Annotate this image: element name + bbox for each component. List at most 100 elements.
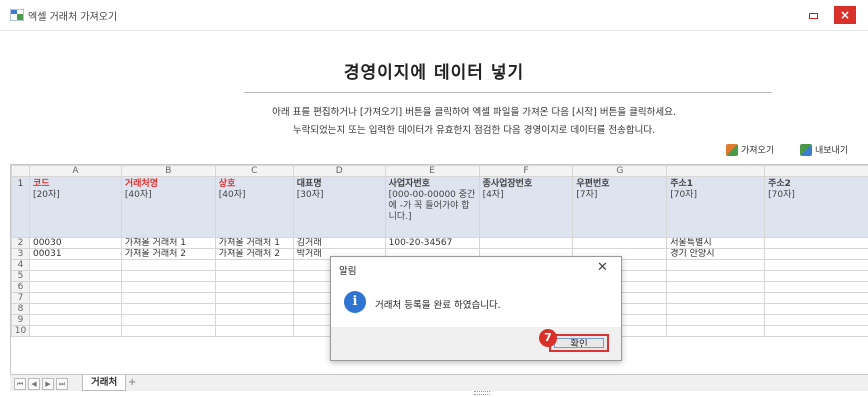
window-close-button[interactable]: × bbox=[834, 6, 856, 24]
table-cell[interactable]: 가져올 거래처 1 bbox=[120, 237, 216, 249]
field-header-cell[interactable]: 상호 [40자] bbox=[214, 176, 294, 238]
row-number[interactable]: 3 bbox=[11, 248, 30, 260]
table-cell[interactable]: 가져올 거래처 2 bbox=[120, 248, 216, 260]
table-cell[interactable] bbox=[28, 281, 122, 293]
table-cell[interactable]: 경기 안양시 bbox=[666, 248, 766, 260]
table-cell[interactable] bbox=[572, 237, 668, 249]
table-cell[interactable] bbox=[214, 325, 294, 337]
table-cell[interactable] bbox=[120, 325, 216, 337]
field-header-title: 상호 bbox=[218, 179, 236, 189]
table-cell[interactable] bbox=[666, 281, 766, 293]
table-cell[interactable] bbox=[120, 281, 216, 293]
table-cell[interactable] bbox=[28, 259, 122, 271]
info-icon: i bbox=[344, 291, 366, 313]
corner-cell[interactable] bbox=[11, 165, 30, 177]
table-cell[interactable] bbox=[214, 270, 294, 282]
table-cell[interactable]: 100-20-34567 bbox=[384, 237, 480, 249]
table-cell[interactable] bbox=[120, 303, 216, 315]
import-icon bbox=[726, 143, 738, 156]
table-row: 2 00030 가져올 거래처 1 가져올 거래처 1 김거래 100-20-34567 서… bbox=[11, 237, 868, 249]
table-cell[interactable] bbox=[666, 292, 766, 304]
field-header-cell[interactable]: 주소2 [70자] bbox=[764, 176, 868, 238]
import-button[interactable]: 가져오기 bbox=[726, 143, 774, 156]
table-cell[interactable] bbox=[666, 325, 766, 337]
table-cell[interactable] bbox=[28, 303, 122, 315]
column-letter[interactable] bbox=[764, 165, 868, 177]
column-letter[interactable]: A bbox=[28, 165, 122, 177]
table-cell[interactable] bbox=[764, 314, 868, 326]
field-header-cell[interactable]: 우편번호 [7자] bbox=[572, 176, 668, 238]
table-cell[interactable] bbox=[666, 259, 766, 271]
column-letter[interactable]: G bbox=[572, 165, 668, 177]
table-cell[interactable] bbox=[666, 303, 766, 315]
ok-button[interactable]: 확인 bbox=[549, 334, 609, 352]
table-cell[interactable] bbox=[478, 237, 574, 249]
resize-grip[interactable] bbox=[474, 391, 490, 395]
alert-dialog: 알림 ✕ i 거래처 등록을 완료 하였습니다. 확인 7 bbox=[330, 256, 622, 361]
row-number[interactable]: 1 bbox=[11, 176, 30, 238]
table-cell[interactable] bbox=[214, 281, 294, 293]
row-number[interactable]: 8 bbox=[11, 303, 30, 315]
table-cell[interactable] bbox=[764, 292, 868, 304]
last-sheet-button[interactable]: ⏭ bbox=[56, 378, 68, 390]
table-cell[interactable] bbox=[120, 314, 216, 326]
field-header-cell[interactable]: 코드 [20자] bbox=[28, 176, 122, 238]
first-sheet-button[interactable]: ⏮ bbox=[14, 378, 26, 390]
export-button[interactable]: 내보내기 bbox=[800, 143, 848, 156]
table-cell[interactable] bbox=[28, 325, 122, 337]
sheet-tab[interactable]: 거래처 bbox=[82, 375, 127, 391]
table-cell[interactable] bbox=[764, 303, 868, 315]
column-letter[interactable]: E bbox=[384, 165, 480, 177]
table-cell[interactable] bbox=[28, 270, 122, 282]
field-header-title: 거래처명 bbox=[124, 179, 158, 189]
table-cell[interactable] bbox=[28, 292, 122, 304]
table-cell[interactable] bbox=[764, 259, 868, 271]
table-cell[interactable] bbox=[666, 314, 766, 326]
field-header-cell[interactable]: 주소1 [70자] bbox=[666, 176, 766, 238]
table-cell[interactable] bbox=[764, 270, 868, 282]
table-cell[interactable] bbox=[120, 259, 216, 271]
row-number[interactable]: 4 bbox=[11, 259, 30, 271]
column-letter[interactable]: F bbox=[478, 165, 574, 177]
table-cell[interactable] bbox=[764, 237, 868, 249]
dialog-close-icon[interactable]: ✕ bbox=[597, 260, 608, 275]
field-header-cell[interactable]: 거래처명 [40자] bbox=[120, 176, 216, 238]
table-cell[interactable] bbox=[666, 270, 766, 282]
ok-button-label: 확인 bbox=[570, 339, 588, 350]
row-number[interactable]: 9 bbox=[11, 314, 30, 326]
add-sheet-button[interactable]: + bbox=[128, 377, 136, 388]
column-letters-row: ABCDEFG bbox=[11, 165, 868, 177]
row-number[interactable]: 7 bbox=[11, 292, 30, 304]
row-number[interactable]: 6 bbox=[11, 281, 30, 293]
table-cell[interactable] bbox=[214, 259, 294, 271]
column-letter[interactable]: D bbox=[292, 165, 386, 177]
row-number[interactable]: 10 bbox=[11, 325, 30, 337]
next-sheet-button[interactable]: ▶ bbox=[42, 378, 54, 390]
table-cell[interactable] bbox=[214, 292, 294, 304]
field-header-cell[interactable]: 사업자번호 [000-00-00000 중간에 -가 꼭 들어가야 합니다.] bbox=[384, 176, 480, 238]
table-cell[interactable]: 00030 bbox=[28, 237, 122, 249]
table-cell[interactable] bbox=[214, 314, 294, 326]
column-letter[interactable]: B bbox=[120, 165, 216, 177]
table-cell[interactable] bbox=[120, 292, 216, 304]
table-cell[interactable] bbox=[764, 281, 868, 293]
table-cell[interactable]: 서울특별시 bbox=[666, 237, 766, 249]
table-cell[interactable] bbox=[764, 325, 868, 337]
table-cell[interactable]: 가져올 거래처 1 bbox=[214, 237, 294, 249]
table-cell[interactable]: 가져올 거래처 2 bbox=[214, 248, 294, 260]
field-header-cell[interactable]: 종사업장번호 [4자] bbox=[478, 176, 574, 238]
field-header-limit: [000-00-00000 중간에 -가 꼭 들어가야 합니다.] bbox=[388, 190, 476, 222]
column-letter[interactable] bbox=[666, 165, 766, 177]
minimize-button[interactable] bbox=[806, 8, 820, 22]
prev-sheet-button[interactable]: ◀ bbox=[28, 378, 40, 390]
table-cell[interactable] bbox=[214, 303, 294, 315]
table-cell[interactable]: 김거래 bbox=[292, 237, 386, 249]
field-header-cell[interactable]: 대표명 [30자] bbox=[292, 176, 386, 238]
table-cell[interactable] bbox=[28, 314, 122, 326]
table-cell[interactable] bbox=[764, 248, 868, 260]
row-number[interactable]: 2 bbox=[11, 237, 30, 249]
column-letter[interactable]: C bbox=[214, 165, 294, 177]
table-cell[interactable]: 00031 bbox=[28, 248, 122, 260]
row-number[interactable]: 5 bbox=[11, 270, 30, 282]
table-cell[interactable] bbox=[120, 270, 216, 282]
